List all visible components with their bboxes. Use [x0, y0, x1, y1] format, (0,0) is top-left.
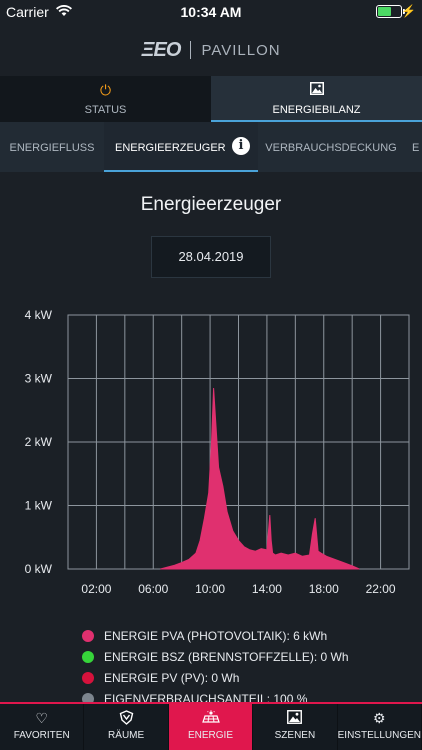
image-icon [253, 710, 336, 728]
x-tick-label: 22:00 [366, 582, 396, 596]
clock: 10:34 AM [180, 4, 242, 20]
subtab-energieerzeuger[interactable]: ENERGIEERZEUGER i [104, 122, 258, 172]
y-tick-label: 0 kW [25, 562, 53, 576]
tab-status-label: STATUS [84, 104, 127, 116]
legend-dot-pva [82, 629, 94, 642]
legend-label-bsz: ENERGIE BSZ (BRENNSTOFFZELLE): 0 Wh [104, 649, 349, 664]
charging-icon: ⚡ [401, 4, 416, 18]
status-bar: Carrier 10:34 AM ⚡ [0, 0, 422, 24]
shield-icon [84, 710, 167, 728]
nav-label: FAVORITEN [13, 730, 70, 741]
chart-legend: ENERGIE PVA (PHOTOVOLTAIK): 6 kWh ENERGI… [82, 625, 349, 709]
app-header: ΞEO PAVILLON [0, 24, 422, 76]
solar-panel-icon [169, 710, 252, 728]
nav-label: RÄUME [108, 730, 145, 741]
y-tick-label: 3 kW [25, 372, 53, 386]
legend-label-pva: ENERGIE PVA (PHOTOVOLTAIK): 6 kWh [104, 628, 328, 643]
subtab-label: VERBRAUCHSDECKUNG [265, 142, 397, 154]
nav-szenen[interactable]: SZENEN [253, 704, 338, 750]
subtab-label: ENERGIEERZEUGER [115, 142, 226, 154]
date-picker[interactable]: 28.04.2019 [151, 236, 271, 278]
subtab-label: ENERGIEFLUSS [9, 142, 95, 154]
y-tick-label: 4 kW [25, 308, 53, 322]
gear-icon: ⚙ [373, 710, 386, 726]
x-tick-label: 18:00 [309, 582, 339, 596]
subtab-more[interactable]: E [404, 122, 422, 172]
legend-dot-bsz [82, 650, 94, 663]
nav-label: ENERGIE [188, 730, 234, 741]
nav-favoriten[interactable]: ♡ FAVORITEN [0, 704, 85, 750]
image-icon [211, 82, 422, 100]
tab-energiebilanz-label: ENERGIEBILANZ [272, 104, 361, 116]
y-tick-label: 1 kW [25, 499, 53, 513]
series-area-pva [160, 387, 360, 570]
legend-item-bsz: ENERGIE BSZ (BRENNSTOFFZELLE): 0 Wh [82, 646, 349, 667]
sub-tabs: ENERGIEFLUSS ENERGIEERZEUGER i VERBRAUCH… [0, 122, 422, 172]
energy-chart: 0 kW 1 kW 2 kW 3 kW 4 kW 02:00 06:00 10:00 14:00… [25, 308, 410, 596]
x-tick-label: 06:00 [138, 582, 168, 596]
page-title: Energieerzeuger [140, 194, 282, 215]
battery-icon [376, 5, 405, 18]
nav-raeume[interactable]: RÄUME [84, 704, 169, 750]
x-tick-label: 14:00 [252, 582, 282, 596]
nav-energie[interactable]: ENERGIE [168, 704, 254, 750]
brand-logo: ΞEO [141, 38, 181, 61]
subtab-verbrauchsdeckung[interactable]: VERBRAUCHSDECKUNG [258, 122, 404, 172]
bottom-nav: ♡ FAVORITEN RÄUME ENERGIE SZENEN ⚙ EINST… [0, 702, 422, 750]
legend-item-pv: ENERGIE PV (PV): 0 Wh [82, 667, 349, 688]
heart-icon: ♡ [35, 710, 48, 726]
nav-label: SZENEN [274, 730, 316, 741]
x-tick-label: 02:00 [81, 582, 111, 596]
tab-energiebilanz[interactable]: ENERGIEBILANZ [211, 76, 422, 122]
divider [190, 41, 192, 59]
info-icon[interactable]: i [232, 137, 250, 155]
power-icon: ⏻ [99, 82, 112, 98]
subtab-energiefluss[interactable]: ENERGIEFLUSS [0, 122, 104, 172]
main-tabs: ⏻ STATUS ENERGIEBILANZ [0, 76, 422, 122]
nav-einstellungen[interactable]: ⚙ EINSTELLUNGEN [338, 704, 422, 750]
legend-dot-pv [82, 671, 94, 684]
legend-label-pv: ENERGIE PV (PV): 0 Wh [104, 670, 240, 685]
tab-status[interactable]: ⏻ STATUS [0, 76, 211, 122]
y-tick-label: 2 kW [25, 435, 53, 449]
x-tick-label: 10:00 [195, 582, 225, 596]
site-name: PAVILLON [201, 41, 281, 59]
subtab-label: E [412, 142, 420, 154]
legend-item-pva: ENERGIE PVA (PHOTOVOLTAIK): 6 kWh [82, 625, 349, 646]
nav-label: EINSTELLUNGEN [337, 730, 421, 741]
